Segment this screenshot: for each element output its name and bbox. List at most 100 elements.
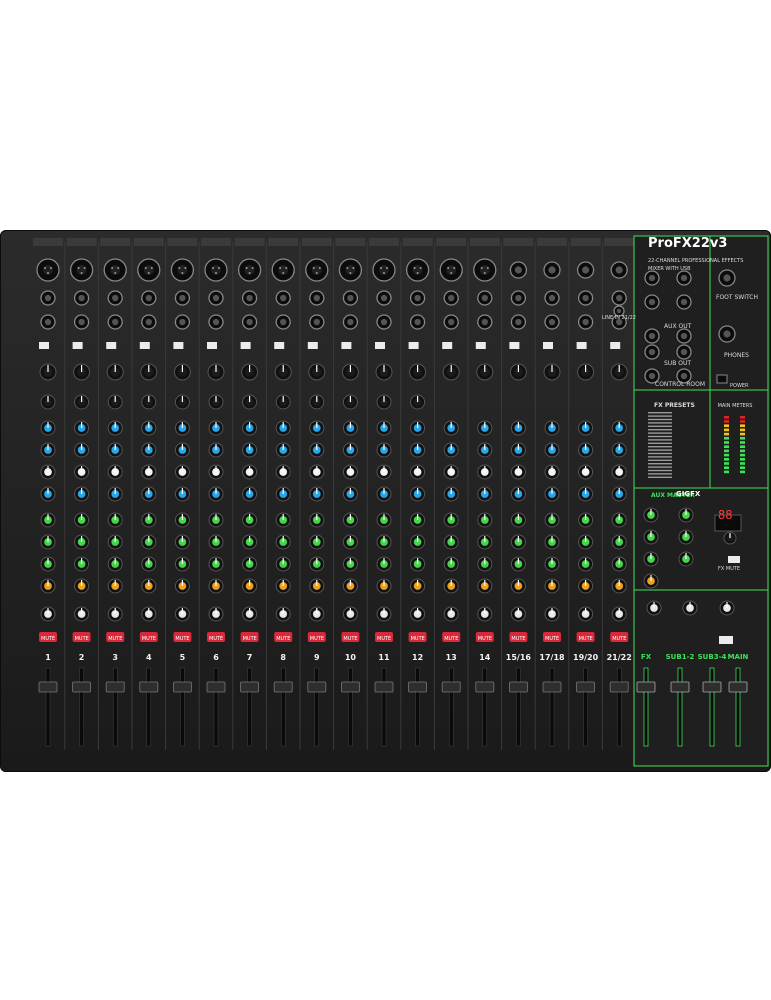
ch-5-lowcut-switch[interactable] — [173, 342, 184, 349]
ch-13-fader-cap[interactable] — [441, 681, 461, 693]
ch-17-eq-low-knob[interactable] — [578, 486, 594, 502]
ch-11-pan-knob[interactable] — [376, 606, 392, 622]
ch-11-fx-knob[interactable] — [376, 578, 392, 594]
ch-10-fx-knob[interactable] — [342, 578, 358, 594]
ch-1-eq-mid-knob[interactable] — [40, 442, 56, 458]
ch-2-pan-knob[interactable] — [74, 606, 90, 622]
ch-11-eq-low-knob[interactable] — [376, 486, 392, 502]
fx-to-aux3-knob[interactable] — [678, 551, 694, 567]
ch-3-comp-knob[interactable] — [107, 394, 123, 410]
ch-4-aux2-knob[interactable] — [141, 534, 157, 550]
ch-18-aux2-knob[interactable] — [611, 534, 627, 550]
ch-16-eq-low-knob[interactable] — [544, 486, 560, 502]
ch-3-eq-hi-knob[interactable] — [107, 420, 123, 436]
ch-7-eq-freq-knob[interactable] — [242, 464, 258, 480]
ch-8-eq-low-knob[interactable] — [275, 486, 291, 502]
ch-14-gain-knob[interactable] — [476, 363, 494, 381]
ch-13-eq-hi-knob[interactable] — [443, 420, 459, 436]
ch-15-pan-knob[interactable] — [510, 606, 526, 622]
ch-3-pan-knob[interactable] — [107, 606, 123, 622]
monitor-knob[interactable] — [646, 600, 662, 616]
ch-12-aux2-knob[interactable] — [410, 534, 426, 550]
ch-16-pan-knob[interactable] — [544, 606, 560, 622]
ch-18-eq-mid-knob[interactable] — [611, 442, 627, 458]
ch-10-aux3-knob[interactable] — [342, 556, 358, 572]
ch-16-fx-knob[interactable] — [544, 578, 560, 594]
ch-7-aux1-knob[interactable] — [242, 512, 258, 528]
ch-4-eq-hi-knob[interactable] — [141, 420, 157, 436]
ch-12-eq-freq-knob[interactable] — [410, 464, 426, 480]
ch-11-eq-freq-knob[interactable] — [376, 464, 392, 480]
ch-6-aux1-knob[interactable] — [208, 512, 224, 528]
ch-3-fader-cap[interactable] — [105, 681, 125, 693]
ch-8-pan-knob[interactable] — [275, 606, 291, 622]
ch-6-fader-cap[interactable] — [206, 681, 226, 693]
ch-13-eq-mid-knob[interactable] — [443, 442, 459, 458]
ch-2-eq-hi-knob[interactable] — [74, 420, 90, 436]
ch-2-fx-knob[interactable] — [74, 578, 90, 594]
ch-1-fx-knob[interactable] — [40, 578, 56, 594]
ch-10-eq-freq-knob[interactable] — [342, 464, 358, 480]
ch-12-fader-cap[interactable] — [408, 681, 428, 693]
ch-5-eq-mid-knob[interactable] — [174, 442, 190, 458]
ch-5-aux2-knob[interactable] — [174, 534, 190, 550]
bus-fader-cap-4[interactable] — [728, 681, 748, 693]
ch-10-pan-knob[interactable] — [342, 606, 358, 622]
ch-18-fx-knob[interactable] — [611, 578, 627, 594]
ch-10-aux1-knob[interactable] — [342, 512, 358, 528]
ch-12-pan-knob[interactable] — [410, 606, 426, 622]
power-switch[interactable] — [716, 374, 728, 384]
ch-10-comp-knob[interactable] — [342, 394, 358, 410]
ch-3-fx-knob[interactable] — [107, 578, 123, 594]
aux-master-3-knob[interactable] — [643, 551, 659, 567]
ch-15-aux3-knob[interactable] — [510, 556, 526, 572]
ch-8-aux1-knob[interactable] — [275, 512, 291, 528]
ch-11-lowcut-switch[interactable] — [375, 342, 385, 349]
ch-13-aux1-knob[interactable] — [443, 512, 459, 528]
ch-7-gain-knob[interactable] — [241, 363, 259, 381]
ch-7-eq-hi-knob[interactable] — [242, 420, 258, 436]
ch-8-comp-knob[interactable] — [275, 394, 291, 410]
ch-18-eq-freq-knob[interactable] — [611, 464, 627, 480]
ch-7-eq-mid-knob[interactable] — [242, 442, 258, 458]
ch-3-aux3-knob[interactable] — [107, 556, 123, 572]
ch-2-aux1-knob[interactable] — [74, 512, 90, 528]
ch-6-eq-hi-knob[interactable] — [208, 420, 224, 436]
ch-16-eq-freq-knob[interactable] — [544, 464, 560, 480]
ch-8-lowcut-switch[interactable] — [274, 342, 285, 349]
ch-3-aux2-knob[interactable] — [107, 534, 123, 550]
ch-1-comp-knob[interactable] — [40, 394, 56, 410]
ch-7-pan-knob[interactable] — [242, 606, 258, 622]
ch-4-fx-knob[interactable] — [141, 578, 157, 594]
ch-11-fader-cap[interactable] — [374, 681, 394, 693]
ch-10-aux2-knob[interactable] — [342, 534, 358, 550]
ch-2-eq-mid-knob[interactable] — [74, 442, 90, 458]
ch-10-eq-low-knob[interactable] — [342, 486, 358, 502]
aux-master-1-knob[interactable] — [643, 507, 659, 523]
ch-15-eq-mid-knob[interactable] — [510, 442, 526, 458]
ch-8-eq-hi-knob[interactable] — [275, 420, 291, 436]
ch-11-comp-knob[interactable] — [376, 394, 392, 410]
ch-12-fx-knob[interactable] — [410, 578, 426, 594]
ch-17-lowcut-switch[interactable] — [576, 342, 587, 349]
ch-4-pan-knob[interactable] — [141, 606, 157, 622]
ch-5-aux3-knob[interactable] — [174, 556, 190, 572]
ch-15-eq-freq-knob[interactable] — [510, 464, 526, 480]
ch-10-eq-hi-knob[interactable] — [342, 420, 358, 436]
ch-8-fx-knob[interactable] — [275, 578, 291, 594]
ch-6-lowcut-switch[interactable] — [207, 342, 217, 349]
ch-8-aux3-knob[interactable] — [275, 556, 291, 572]
phones-knob[interactable] — [719, 600, 735, 616]
ch-17-eq-hi-knob[interactable] — [578, 420, 594, 436]
ch-13-lowcut-switch[interactable] — [442, 342, 453, 349]
ch-3-aux1-knob[interactable] — [107, 512, 123, 528]
ch-15-eq-hi-knob[interactable] — [510, 420, 526, 436]
ch-1-lowcut-switch[interactable] — [39, 342, 49, 349]
ch-16-aux1-knob[interactable] — [544, 512, 560, 528]
ch-10-gain-knob[interactable] — [341, 363, 359, 381]
ch-9-aux2-knob[interactable] — [309, 534, 325, 550]
ch-15-aux2-knob[interactable] — [510, 534, 526, 550]
ch-5-pan-knob[interactable] — [174, 606, 190, 622]
ch-13-eq-low-knob[interactable] — [443, 486, 459, 502]
ch-18-fader-cap[interactable] — [609, 681, 629, 693]
